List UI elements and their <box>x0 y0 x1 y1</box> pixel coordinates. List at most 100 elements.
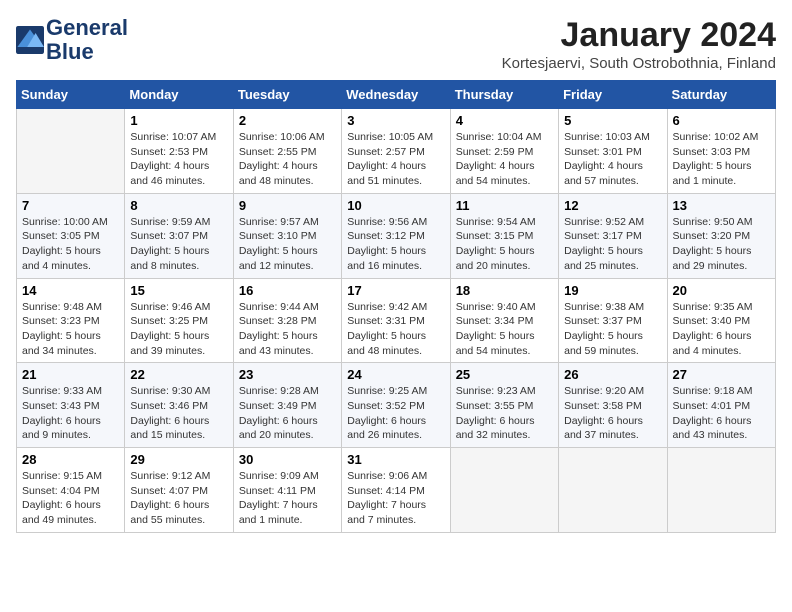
day-info: Sunrise: 9:12 AM Sunset: 4:07 PM Dayligh… <box>130 469 227 528</box>
weekday-header-sunday: Sunday <box>17 81 125 109</box>
day-number: 4 <box>456 113 553 128</box>
day-number: 22 <box>130 367 227 382</box>
day-info: Sunrise: 9:52 AM Sunset: 3:17 PM Dayligh… <box>564 215 661 274</box>
weekday-header-wednesday: Wednesday <box>342 81 450 109</box>
calendar-cell: 28 Sunrise: 9:15 AM Sunset: 4:04 PM Dayli… <box>17 448 125 533</box>
weekday-header-friday: Friday <box>559 81 667 109</box>
day-number: 24 <box>347 367 444 382</box>
day-info: Sunrise: 9:30 AM Sunset: 3:46 PM Dayligh… <box>130 384 227 443</box>
calendar-cell: 17 Sunrise: 9:42 AM Sunset: 3:31 PM Dayli… <box>342 278 450 363</box>
day-number: 27 <box>673 367 770 382</box>
day-number: 14 <box>22 283 119 298</box>
day-number: 7 <box>22 198 119 213</box>
day-number: 5 <box>564 113 661 128</box>
day-number: 3 <box>347 113 444 128</box>
day-info: Sunrise: 10:04 AM Sunset: 2:59 PM Daylig… <box>456 130 553 189</box>
calendar-cell: 29 Sunrise: 9:12 AM Sunset: 4:07 PM Dayli… <box>125 448 233 533</box>
day-number: 28 <box>22 452 119 467</box>
day-info: Sunrise: 9:42 AM Sunset: 3:31 PM Dayligh… <box>347 300 444 359</box>
day-info: Sunrise: 9:54 AM Sunset: 3:15 PM Dayligh… <box>456 215 553 274</box>
calendar-cell: 7Sunrise: 10:00 AM Sunset: 3:05 PM Dayli… <box>17 193 125 278</box>
day-number: 16 <box>239 283 336 298</box>
day-info: Sunrise: 10:02 AM Sunset: 3:03 PM Daylig… <box>673 130 770 189</box>
day-number: 31 <box>347 452 444 467</box>
day-info: Sunrise: 10:07 AM Sunset: 2:53 PM Daylig… <box>130 130 227 189</box>
day-number: 15 <box>130 283 227 298</box>
calendar-cell: 11Sunrise: 9:54 AM Sunset: 3:15 PM Dayli… <box>450 193 558 278</box>
day-info: Sunrise: 9:09 AM Sunset: 4:11 PM Dayligh… <box>239 469 336 528</box>
calendar-cell: 16 Sunrise: 9:44 AM Sunset: 3:28 PM Dayli… <box>233 278 341 363</box>
day-number: 6 <box>673 113 770 128</box>
day-info: Sunrise: 10:05 AM Sunset: 2:57 PM Daylig… <box>347 130 444 189</box>
day-info: Sunrise: 9:56 AM Sunset: 3:12 PM Dayligh… <box>347 215 444 274</box>
day-number: 10 <box>347 198 444 213</box>
calendar-cell: 19Sunrise: 9:38 AM Sunset: 3:37 PM Dayli… <box>559 278 667 363</box>
day-number: 1 <box>130 113 227 128</box>
day-info: Sunrise: 9:28 AM Sunset: 3:49 PM Dayligh… <box>239 384 336 443</box>
calendar-week-row: 28 Sunrise: 9:15 AM Sunset: 4:04 PM Dayli… <box>17 448 776 533</box>
day-info: Sunrise: 9:57 AM Sunset: 3:10 PM Dayligh… <box>239 215 336 274</box>
day-info: Sunrise: 9:25 AM Sunset: 3:52 PM Dayligh… <box>347 384 444 443</box>
day-info: Sunrise: 9:38 AM Sunset: 3:37 PM Dayligh… <box>564 300 661 359</box>
weekday-header-saturday: Saturday <box>667 81 775 109</box>
day-info: Sunrise: 9:35 AM Sunset: 3:40 PM Dayligh… <box>673 300 770 359</box>
calendar-cell: 23Sunrise: 9:28 AM Sunset: 3:49 PM Dayli… <box>233 363 341 448</box>
weekday-header-row: SundayMondayTuesdayWednesdayThursdayFrid… <box>17 81 776 109</box>
calendar-cell: 30 Sunrise: 9:09 AM Sunset: 4:11 PM Dayli… <box>233 448 341 533</box>
day-info: Sunrise: 9:48 AM Sunset: 3:23 PM Dayligh… <box>22 300 119 359</box>
page-header: General Blue January 2024 Kortesjaervi, … <box>16 16 776 72</box>
calendar-subtitle: Kortesjaervi, South Ostrobothnia, Finlan… <box>502 55 776 72</box>
day-info: Sunrise: 9:40 AM Sunset: 3:34 PM Dayligh… <box>456 300 553 359</box>
day-number: 13 <box>673 198 770 213</box>
day-number: 17 <box>347 283 444 298</box>
calendar-cell: 15 Sunrise: 9:46 AM Sunset: 3:25 PM Dayli… <box>125 278 233 363</box>
calendar-cell: 6 Sunrise: 10:02 AM Sunset: 3:03 PM Dayli… <box>667 109 775 194</box>
day-info: Sunrise: 9:44 AM Sunset: 3:28 PM Dayligh… <box>239 300 336 359</box>
day-info: Sunrise: 9:59 AM Sunset: 3:07 PM Dayligh… <box>130 215 227 274</box>
day-number: 21 <box>22 367 119 382</box>
calendar-cell: 9 Sunrise: 9:57 AM Sunset: 3:10 PM Daylig… <box>233 193 341 278</box>
day-number: 20 <box>673 283 770 298</box>
day-info: Sunrise: 9:18 AM Sunset: 4:01 PM Dayligh… <box>673 384 770 443</box>
calendar-cell: 18Sunrise: 9:40 AM Sunset: 3:34 PM Dayli… <box>450 278 558 363</box>
calendar-cell <box>17 109 125 194</box>
day-number: 9 <box>239 198 336 213</box>
calendar-week-row: 21Sunrise: 9:33 AM Sunset: 3:43 PM Dayli… <box>17 363 776 448</box>
logo-icon <box>16 26 44 54</box>
day-info: Sunrise: 9:20 AM Sunset: 3:58 PM Dayligh… <box>564 384 661 443</box>
calendar-cell: 26 Sunrise: 9:20 AM Sunset: 3:58 PM Dayli… <box>559 363 667 448</box>
calendar-cell: 22 Sunrise: 9:30 AM Sunset: 3:46 PM Dayli… <box>125 363 233 448</box>
calendar-cell: 25 Sunrise: 9:23 AM Sunset: 3:55 PM Dayli… <box>450 363 558 448</box>
calendar-cell: 13 Sunrise: 9:50 AM Sunset: 3:20 PM Dayli… <box>667 193 775 278</box>
day-info: Sunrise: 9:50 AM Sunset: 3:20 PM Dayligh… <box>673 215 770 274</box>
day-number: 8 <box>130 198 227 213</box>
day-number: 30 <box>239 452 336 467</box>
calendar-cell <box>450 448 558 533</box>
calendar-cell: 8 Sunrise: 9:59 AM Sunset: 3:07 PM Daylig… <box>125 193 233 278</box>
calendar-week-row: 14 Sunrise: 9:48 AM Sunset: 3:23 PM Dayli… <box>17 278 776 363</box>
day-info: Sunrise: 9:46 AM Sunset: 3:25 PM Dayligh… <box>130 300 227 359</box>
calendar-cell: 12Sunrise: 9:52 AM Sunset: 3:17 PM Dayli… <box>559 193 667 278</box>
calendar-table: SundayMondayTuesdayWednesdayThursdayFrid… <box>16 80 776 533</box>
day-info: Sunrise: 9:15 AM Sunset: 4:04 PM Dayligh… <box>22 469 119 528</box>
calendar-cell: 24 Sunrise: 9:25 AM Sunset: 3:52 PM Dayli… <box>342 363 450 448</box>
calendar-cell <box>559 448 667 533</box>
calendar-cell: 31 Sunrise: 9:06 AM Sunset: 4:14 PM Dayli… <box>342 448 450 533</box>
logo: General Blue <box>16 16 128 64</box>
day-info: Sunrise: 10:03 AM Sunset: 3:01 PM Daylig… <box>564 130 661 189</box>
weekday-header-tuesday: Tuesday <box>233 81 341 109</box>
day-number: 29 <box>130 452 227 467</box>
day-info: Sunrise: 9:06 AM Sunset: 4:14 PM Dayligh… <box>347 469 444 528</box>
title-block: January 2024 Kortesjaervi, South Ostrobo… <box>502 16 776 72</box>
day-info: Sunrise: 9:23 AM Sunset: 3:55 PM Dayligh… <box>456 384 553 443</box>
calendar-cell: 27 Sunrise: 9:18 AM Sunset: 4:01 PM Dayli… <box>667 363 775 448</box>
day-number: 25 <box>456 367 553 382</box>
calendar-title: January 2024 <box>502 16 776 55</box>
day-number: 2 <box>239 113 336 128</box>
logo-text: General Blue <box>46 16 128 64</box>
day-number: 26 <box>564 367 661 382</box>
calendar-cell: 3 Sunrise: 10:05 AM Sunset: 2:57 PM Dayli… <box>342 109 450 194</box>
calendar-cell: 20 Sunrise: 9:35 AM Sunset: 3:40 PM Dayli… <box>667 278 775 363</box>
day-info: Sunrise: 10:06 AM Sunset: 2:55 PM Daylig… <box>239 130 336 189</box>
calendar-week-row: 1 Sunrise: 10:07 AM Sunset: 2:53 PM Dayli… <box>17 109 776 194</box>
